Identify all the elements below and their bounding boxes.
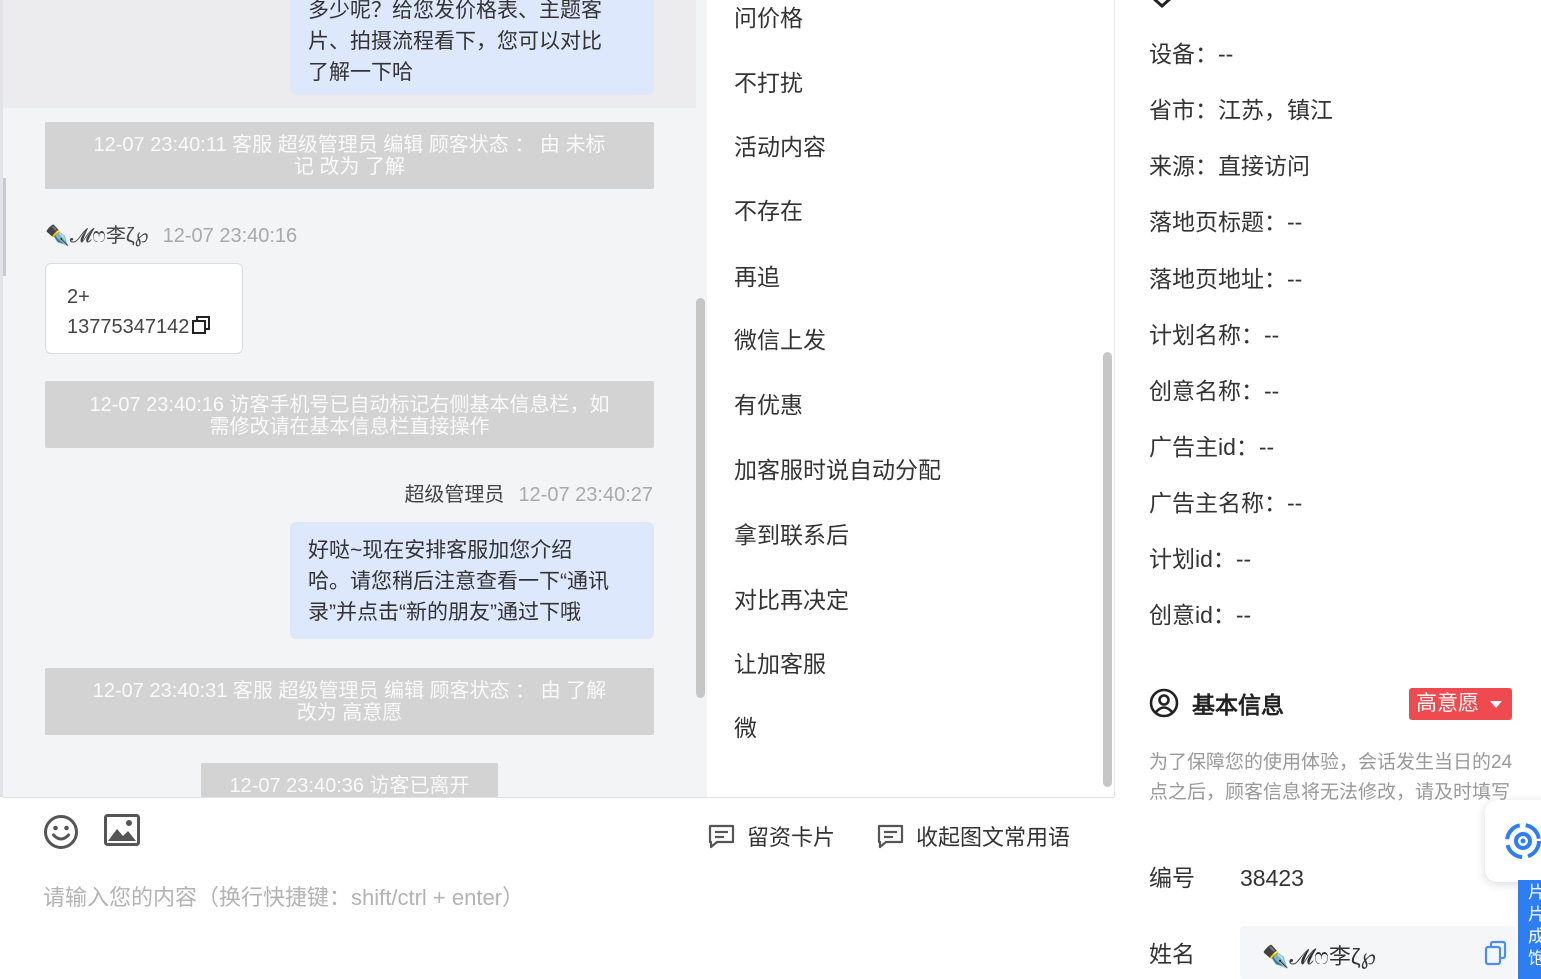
phone-number: 13775347142 bbox=[67, 316, 190, 338]
lead-card-button[interactable]: 留资卡片 bbox=[708, 820, 835, 852]
panel-edge bbox=[3, 178, 6, 276]
phone-prefix: 2+ bbox=[67, 286, 90, 308]
info-creative-id: 创意id：-- bbox=[1149, 602, 1252, 628]
system-message-line: 12-07 23:40:31 客服 超级管理员 编辑 顾客状态 ： 由 了解 bbox=[92, 680, 607, 702]
message-card-icon bbox=[877, 824, 904, 848]
message-composer: 留资卡片 收起图文常用语 bbox=[3, 797, 1115, 979]
phrase-scrollbar[interactable] bbox=[1103, 352, 1112, 787]
phrase-item[interactable]: 拿到联系后 bbox=[734, 520, 849, 550]
assistant-logo-icon bbox=[1505, 823, 1541, 859]
agent-name: 超级管理员 bbox=[404, 484, 505, 506]
emoji-button[interactable] bbox=[43, 814, 91, 856]
copy-icon[interactable] bbox=[1484, 940, 1508, 972]
phrase-item[interactable]: 微 bbox=[734, 713, 757, 743]
chat-message-list[interactable]: 多少呢？给您发价格表、主题客 片、拍摄流程看下，您可以对比 了解一下哈 12-0… bbox=[0, 0, 707, 797]
system-message: 12-07 23:40:31 客服 超级管理员 编辑 顾客状态 ： 由 了解 改… bbox=[45, 668, 654, 735]
name-field[interactable]: ✒️𝓜ෆ李ζ℘ bbox=[1240, 926, 1516, 979]
lead-card-label: 留资卡片 bbox=[747, 825, 836, 850]
message-line: 多少呢？给您发价格表、主题客 bbox=[308, 0, 602, 22]
visitor-sender: ✒️𝓜ෆ李ζ℘ 12-07 23:40:16 bbox=[45, 224, 297, 248]
agent-message-bubble: 好哒~现在安排客服加您介绍 哈。请您稍后注意查看一下“通讯 录”并点击“新的朋友… bbox=[290, 522, 654, 639]
intent-status-label: 高意愿 bbox=[1416, 692, 1479, 715]
image-icon bbox=[104, 814, 152, 852]
chat-scrollbar[interactable] bbox=[696, 298, 705, 698]
message-line: 片、拍摄流程看下，您可以对比 bbox=[308, 30, 602, 53]
phrase-item[interactable]: 不打扰 bbox=[734, 68, 803, 98]
phrase-item[interactable]: 让加客服 bbox=[734, 649, 826, 679]
message-line: 录”并点击“新的朋友”通过下哦 bbox=[308, 601, 581, 624]
phrase-item[interactable]: 再追 bbox=[734, 262, 780, 292]
visitor-name: ✒️𝓜ෆ李ζ℘ bbox=[45, 225, 149, 247]
system-message-line: 12-07 23:40:36 访客已离开 bbox=[229, 775, 470, 797]
phrase-item[interactable]: 微信上发 bbox=[734, 325, 826, 355]
info-landing-title: 落地页标题：-- bbox=[1149, 209, 1303, 235]
copy-icon[interactable] bbox=[191, 314, 211, 334]
assistant-widget[interactable] bbox=[1485, 800, 1541, 882]
message-time: 12-07 23:40:27 bbox=[518, 484, 653, 506]
system-message-line: 改为 高意愿 bbox=[296, 702, 403, 724]
image-button[interactable] bbox=[104, 814, 152, 852]
agent-message-bubble: 多少呢？给您发价格表、主题客 片、拍摄流程看下，您可以对比 了解一下哈 bbox=[290, 0, 654, 95]
phrase-item[interactable]: 对比再决定 bbox=[734, 585, 849, 615]
collapse-phrases-button[interactable]: 收起图文常用语 bbox=[877, 820, 1070, 852]
system-message-line: 需修改请在基本信息栏直接操作 bbox=[209, 416, 490, 438]
smile-icon bbox=[43, 814, 91, 856]
info-advertiser-name: 广告主名称：-- bbox=[1149, 490, 1303, 516]
name-value: ✒️𝓜ෆ李ζ℘ bbox=[1262, 944, 1376, 969]
visitor-phone-card: 2+ 13775347142 bbox=[45, 263, 243, 354]
system-message: 12-07 23:40:36 访客已离开 bbox=[201, 763, 498, 797]
phrase-item[interactable]: 加客服时说自动分配 bbox=[734, 455, 941, 485]
side-promo-strip[interactable]: 片 片 成 饱 bbox=[1518, 880, 1541, 979]
message-time: 12-07 23:40:16 bbox=[162, 225, 298, 247]
info-section-icon bbox=[1152, 0, 1172, 9]
phrase-item[interactable]: 有优惠 bbox=[734, 390, 803, 420]
message-card-icon bbox=[708, 824, 735, 848]
id-value: 38423 bbox=[1240, 865, 1304, 891]
name-label: 姓名 bbox=[1149, 941, 1195, 967]
system-message-line: 记 改为 了解 bbox=[293, 156, 406, 178]
collapse-phrases-label: 收起图文常用语 bbox=[916, 825, 1071, 850]
intent-status-dropdown[interactable]: 高意愿 bbox=[1409, 688, 1512, 720]
caret-down-icon bbox=[1490, 701, 1502, 708]
info-plan-name: 计划名称：-- bbox=[1149, 322, 1280, 348]
info-plan-id: 计划id：-- bbox=[1149, 546, 1252, 572]
phrase-item[interactable]: 活动内容 bbox=[734, 132, 826, 162]
message-line: 哈。请您稍后注意查看一下“通讯 bbox=[308, 570, 609, 593]
info-creative-name: 创意名称：-- bbox=[1149, 378, 1280, 404]
system-message-line: 12-07 23:40:16 访客手机号已自动标记右侧基本信息栏，如 bbox=[89, 394, 610, 416]
agent-sender: 超级管理员 12-07 23:40:27 bbox=[404, 483, 653, 507]
edit-notice: 为了保障您的使用体验，会话发生当日的24点之后，顾客信息将无法修改，请及时填写 bbox=[1149, 752, 1513, 803]
message-line: 好哒~现在安排客服加您介绍 bbox=[308, 539, 573, 562]
phrase-item[interactable]: 不存在 bbox=[734, 196, 803, 226]
customer-info-panel: 设备：-- 省市：江苏，镇江 来源：直接访问 落地页标题：-- 落地页地址：--… bbox=[1116, 0, 1541, 979]
info-region: 省市：江苏，镇江 bbox=[1149, 97, 1333, 123]
quick-phrase-list[interactable]: 问价格 不打扰 活动内容 不存在 再追 微信上发 有优惠 加客服时说自动分配 拿… bbox=[707, 0, 1115, 797]
user-circle-icon bbox=[1149, 688, 1179, 718]
phrase-item[interactable]: 问价格 bbox=[734, 3, 803, 33]
info-source: 来源：直接访问 bbox=[1149, 153, 1310, 179]
system-message: 12-07 23:40:16 访客手机号已自动标记右侧基本信息栏，如 需修改请在… bbox=[45, 381, 654, 448]
info-device: 设备：-- bbox=[1149, 41, 1234, 67]
id-label: 编号 bbox=[1149, 865, 1195, 891]
system-message-line: 12-07 23:40:11 客服 超级管理员 编辑 顾客状态 ： 由 未标 bbox=[93, 134, 606, 156]
info-advertiser-id: 广告主id：-- bbox=[1149, 434, 1275, 460]
section-title: 基本信息 bbox=[1192, 692, 1284, 718]
basic-info-header: 基本信息 bbox=[1149, 686, 1284, 720]
system-message: 12-07 23:40:11 客服 超级管理员 编辑 顾客状态 ： 由 未标 记… bbox=[45, 122, 654, 189]
message-line: 了解一下哈 bbox=[308, 61, 413, 84]
message-input[interactable] bbox=[43, 878, 1083, 918]
section-heading-partial bbox=[1149, 0, 1175, 16]
info-landing-url: 落地页地址：-- bbox=[1149, 266, 1303, 292]
